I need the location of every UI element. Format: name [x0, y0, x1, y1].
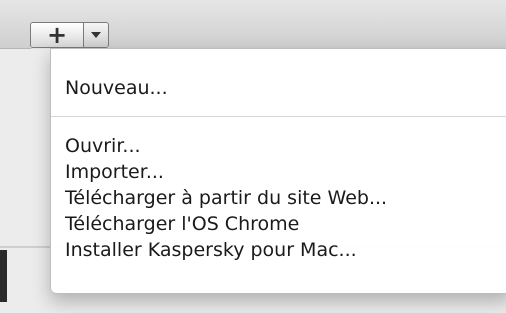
menu-separator: [51, 116, 506, 117]
menu-item-telecharger-site-web[interactable]: Télécharger à partir du site Web...: [65, 185, 387, 211]
dropdown-button[interactable]: [84, 23, 108, 47]
menu-item-nouveau[interactable]: Nouveau...: [65, 75, 168, 101]
chevron-down-icon: [91, 32, 101, 38]
menu-item-importer[interactable]: Importer...: [65, 159, 164, 185]
add-button[interactable]: +: [31, 23, 84, 47]
side-strip: [0, 250, 7, 302]
menu-item-telecharger-chrome-os[interactable]: Télécharger l'OS Chrome: [65, 211, 299, 237]
add-dropdown-menu: Nouveau... Ouvrir... Importer... Télécha…: [50, 48, 506, 294]
menu-item-ouvrir[interactable]: Ouvrir...: [65, 133, 141, 159]
menu-item-installer-kaspersky[interactable]: Installer Kaspersky pour Mac...: [65, 237, 357, 263]
add-segmented-control[interactable]: +: [30, 22, 109, 48]
plus-icon: +: [46, 22, 68, 48]
